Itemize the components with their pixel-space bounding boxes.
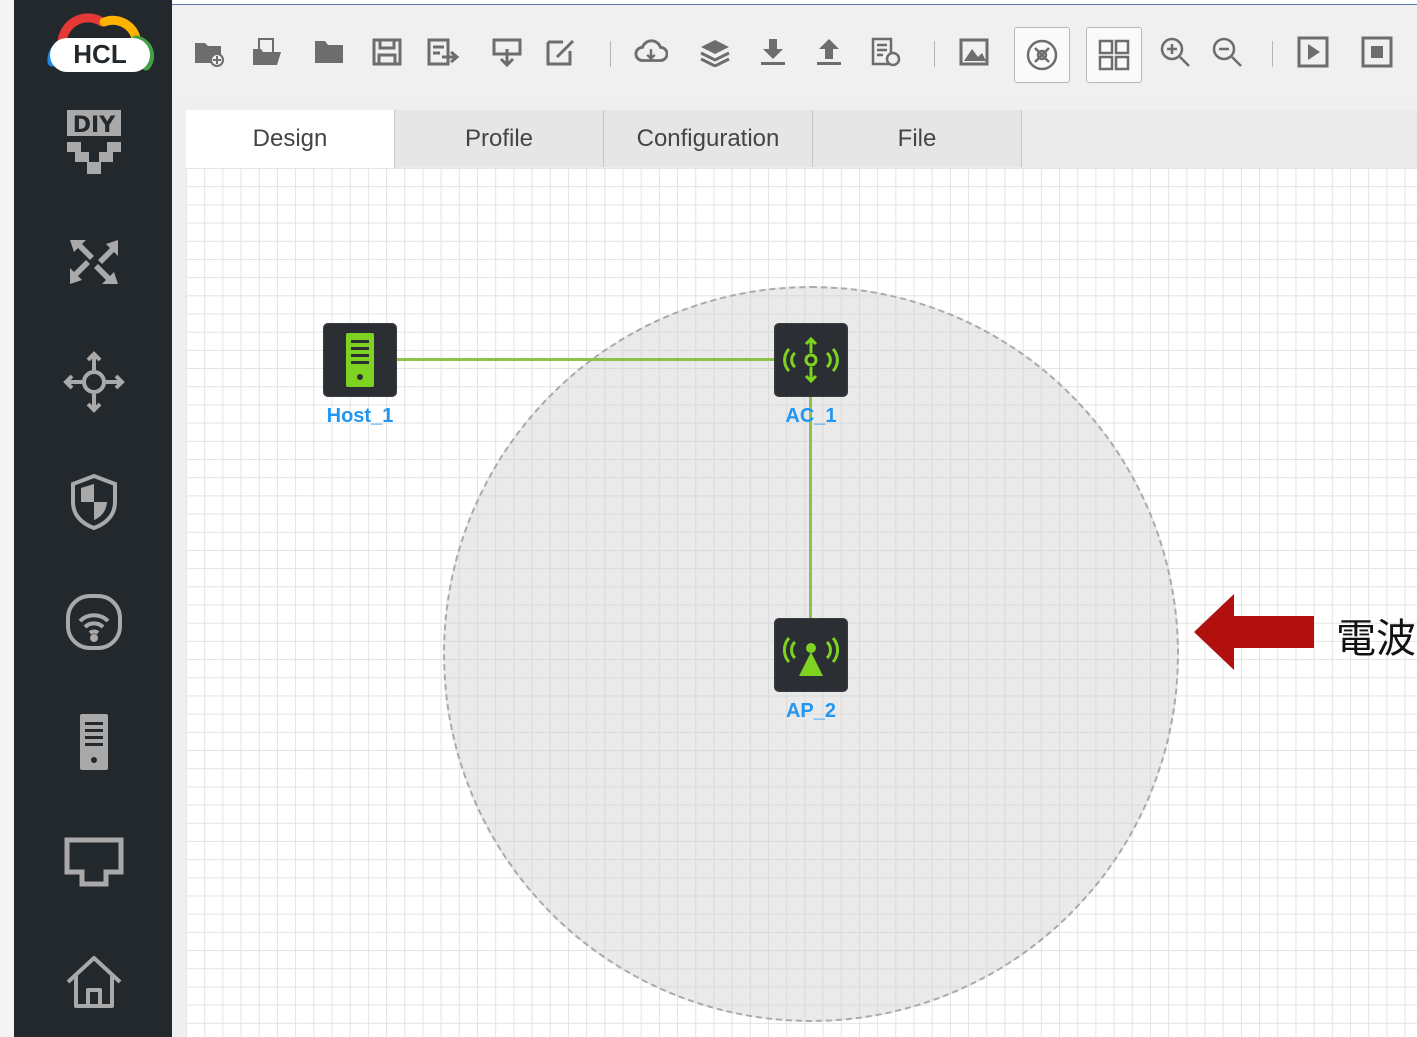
- save-as-icon[interactable]: [426, 35, 460, 69]
- firewall-icon[interactable]: [58, 466, 130, 538]
- stop-icon[interactable]: [1360, 35, 1394, 69]
- tab-bar: Design Profile Configuration File: [186, 110, 1417, 169]
- link-host1-ac1[interactable]: [396, 358, 776, 361]
- device-host1[interactable]: [323, 323, 397, 397]
- toolbar-separator: [934, 41, 935, 67]
- logo-text: HCL: [73, 39, 127, 69]
- window-edge: [0, 0, 15, 1037]
- access-controller-icon: [783, 336, 839, 384]
- export-icon[interactable]: [490, 35, 524, 69]
- edit-icon[interactable]: [544, 35, 578, 69]
- open-project-icon[interactable]: [250, 35, 284, 69]
- switch-icon[interactable]: [58, 226, 130, 298]
- device-sidebar: HCL DIY: [14, 0, 172, 1037]
- start-icon[interactable]: [1296, 35, 1330, 69]
- zoom-in-icon[interactable]: [1158, 35, 1192, 69]
- upload-icon[interactable]: [812, 35, 846, 69]
- cable-icon[interactable]: [58, 826, 130, 898]
- device-label: AC_1: [785, 405, 837, 427]
- tab-design[interactable]: Design: [186, 110, 395, 168]
- access-point-icon: [782, 637, 840, 676]
- grid-layout-icon[interactable]: [1086, 27, 1142, 83]
- device-ac1[interactable]: [774, 323, 848, 397]
- annotation-text: 電波: [1336, 616, 1416, 662]
- cloud-icon[interactable]: [634, 35, 668, 69]
- server-icon[interactable]: [58, 706, 130, 778]
- router-icon[interactable]: [58, 346, 130, 418]
- device-ap2[interactable]: [774, 618, 848, 692]
- show-topology-icon[interactable]: [1014, 27, 1070, 83]
- layers-icon[interactable]: [698, 35, 732, 69]
- open-folder-icon[interactable]: [312, 35, 346, 69]
- host-icon: [346, 333, 374, 387]
- zoom-out-icon[interactable]: [1210, 35, 1244, 69]
- tab-profile[interactable]: Profile: [395, 110, 604, 167]
- home-icon[interactable]: [58, 946, 130, 1018]
- main-toolbar: [172, 4, 1417, 96]
- link-ac1-ap2[interactable]: [809, 396, 812, 622]
- toolbar-separator: [610, 41, 611, 67]
- diy-icon[interactable]: DIY: [58, 106, 130, 178]
- annotation-arrow-icon: [1192, 592, 1316, 677]
- capture-icon[interactable]: [958, 35, 992, 69]
- download-icon[interactable]: [756, 35, 790, 69]
- new-project-icon[interactable]: [192, 35, 226, 69]
- tab-configuration[interactable]: Configuration: [604, 110, 813, 167]
- hcl-logo: HCL: [32, 4, 162, 90]
- wireless-icon[interactable]: [58, 586, 130, 658]
- device-label: AP_2: [785, 700, 837, 722]
- device-label: Host_1: [326, 405, 394, 427]
- save-icon[interactable]: [370, 35, 404, 69]
- svg-text:DIY: DIY: [73, 113, 116, 138]
- tab-file[interactable]: File: [813, 110, 1022, 167]
- log-icon[interactable]: [868, 35, 902, 69]
- toolbar-separator: [1272, 41, 1273, 67]
